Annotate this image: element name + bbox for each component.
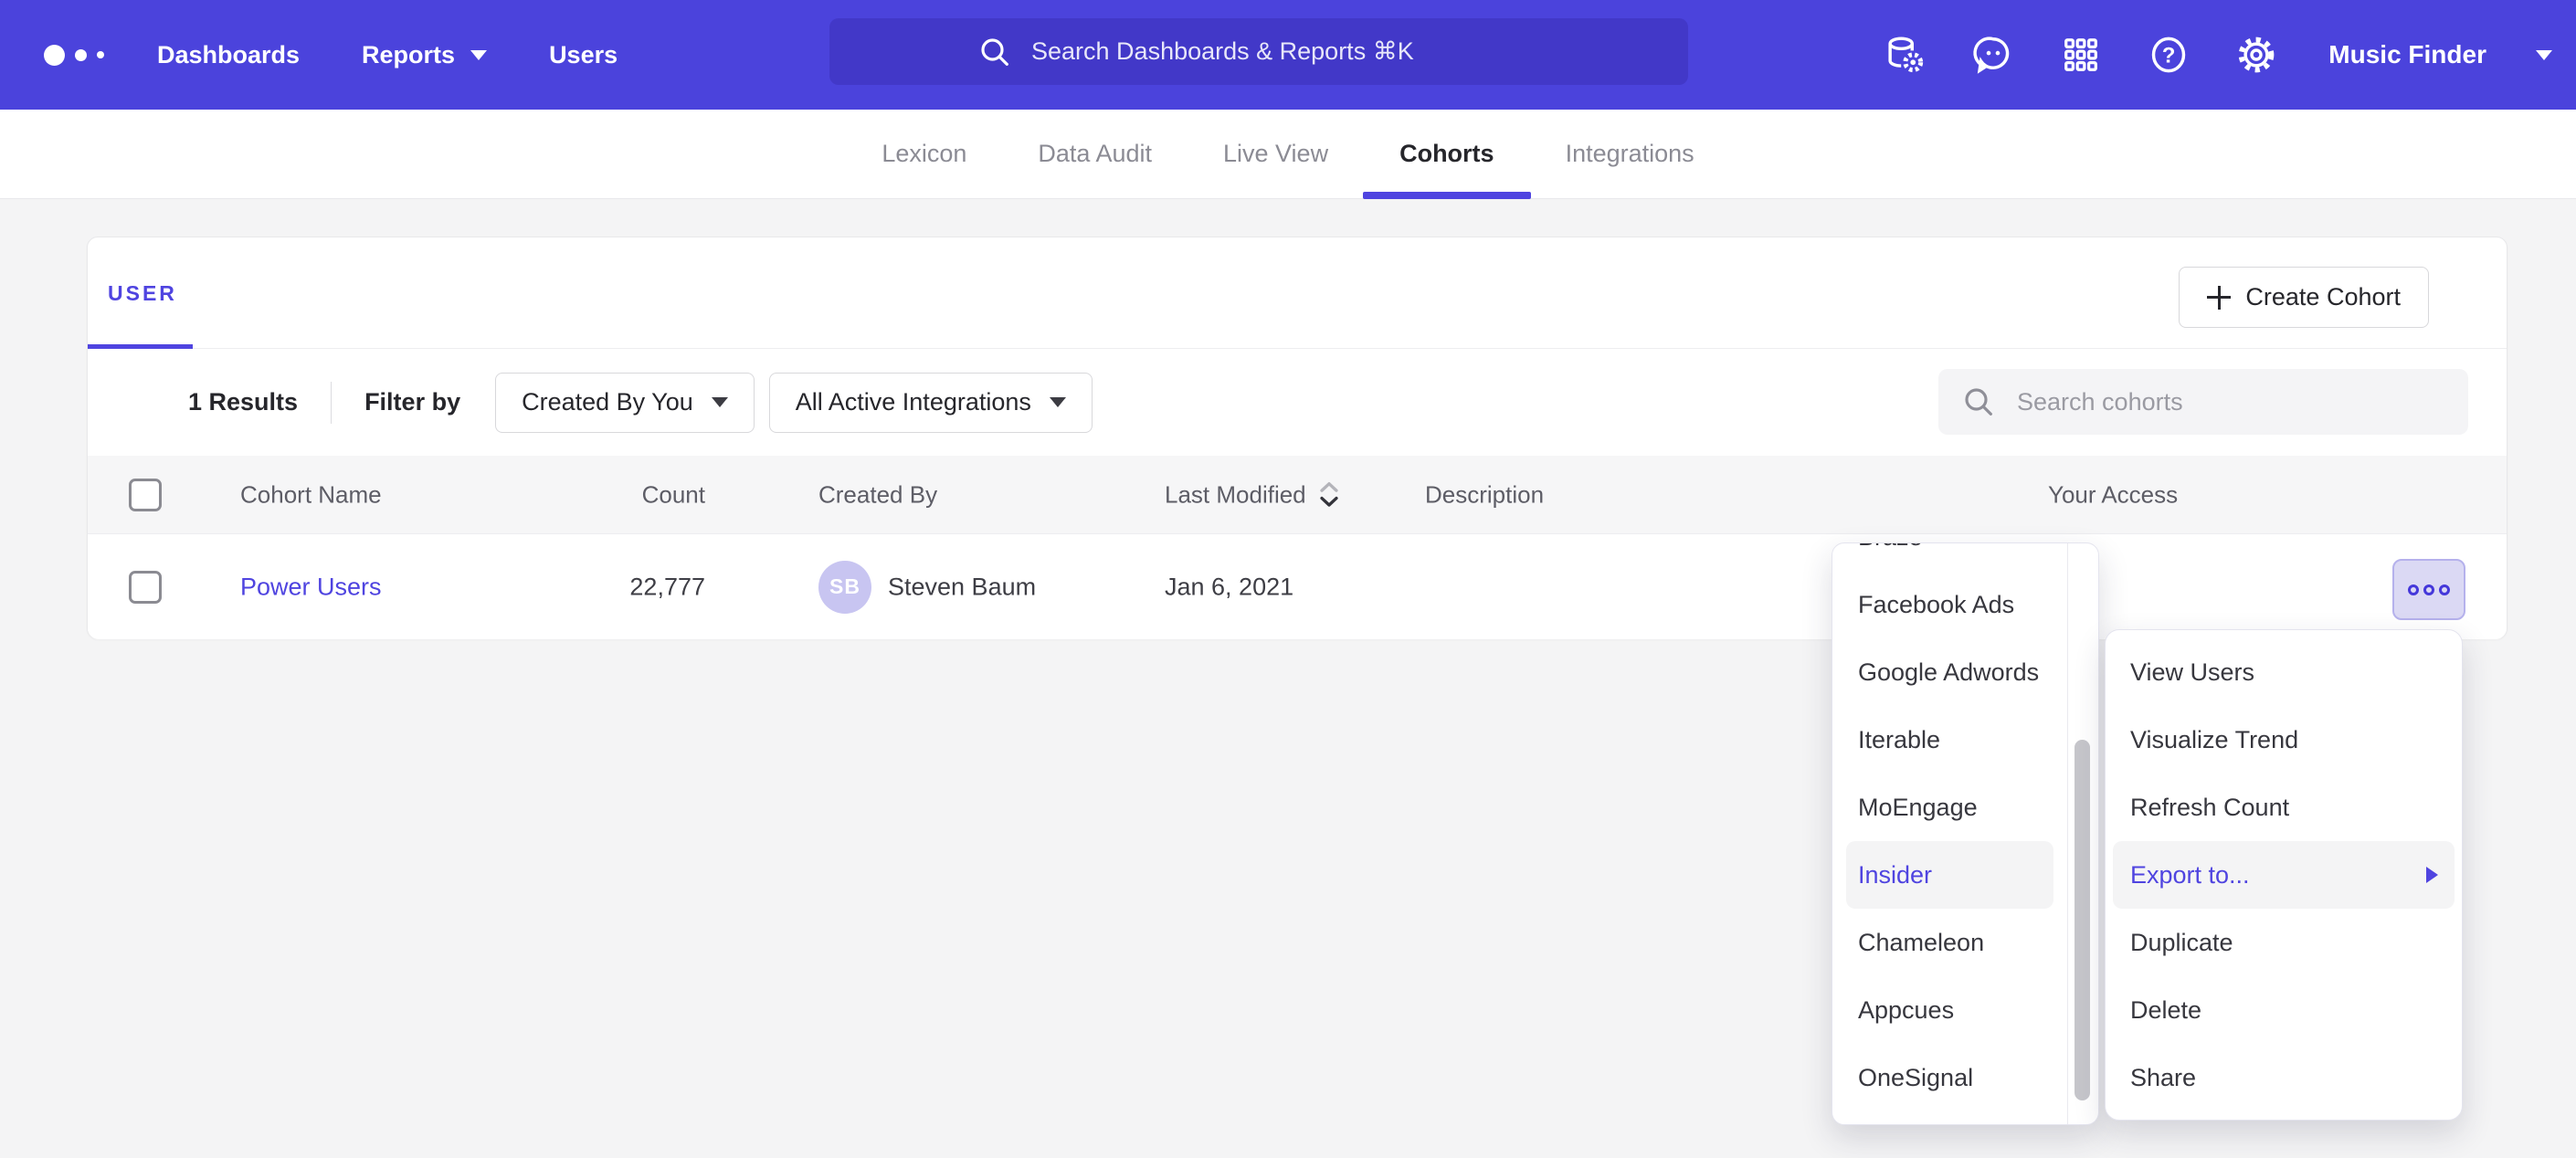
settings-gear-icon[interactable]: [2235, 34, 2277, 76]
filter-toolbar: 1 Results Filter by Created By You All A…: [88, 349, 2507, 456]
row-checkbox[interactable]: [129, 571, 162, 604]
menu-item-onesignal[interactable]: OneSignal: [1846, 1044, 2053, 1111]
logo-dot-medium: [75, 49, 87, 61]
create-cohort-label: Create Cohort: [2245, 283, 2401, 311]
dot-icon: [2439, 584, 2450, 595]
last-modified-value: Jan 6, 2021: [1165, 573, 1293, 601]
created-by-filter-dropdown[interactable]: Created By You: [495, 373, 755, 433]
header-count: Count: [544, 480, 705, 509]
dot-icon: [2423, 584, 2434, 595]
menu-item-delete[interactable]: Delete: [2113, 976, 2455, 1044]
menu-item-appcues[interactable]: Appcues: [1846, 976, 2053, 1044]
toolbar-divider: [331, 382, 332, 424]
global-search-input[interactable]: [1029, 37, 1541, 67]
cohort-name-link[interactable]: Power Users: [240, 573, 382, 601]
export-menu-scrollbar-thumb[interactable]: [2075, 740, 2090, 1100]
filter-by-label: Filter by: [364, 388, 460, 416]
nav-users-label: Users: [549, 41, 618, 69]
tab-data-audit[interactable]: Data Audit: [1038, 110, 1152, 199]
search-icon: [1960, 384, 1997, 420]
svg-text:?: ?: [2162, 43, 2176, 68]
chevron-down-icon: [712, 397, 728, 407]
created-by-name: Steven Baum: [888, 573, 1036, 601]
global-search-bar[interactable]: [829, 18, 1688, 85]
section-tabs: Lexicon Data Audit Live View Cohorts Int…: [0, 110, 2576, 199]
menu-item-facebook-ads[interactable]: Facebook Ads: [1846, 571, 2053, 638]
menu-item-export-to[interactable]: Export to...: [2113, 841, 2455, 909]
last-modified-label: Last Modified: [1165, 480, 1306, 509]
menu-item-moengage[interactable]: MoEngage: [1846, 774, 2053, 841]
feedback-icon[interactable]: [1972, 34, 2014, 76]
sort-icon: [1317, 481, 1341, 509]
chevron-down-icon: [470, 50, 487, 60]
nav-dashboards-label: Dashboards: [157, 41, 300, 69]
tab-lexicon[interactable]: Lexicon: [882, 110, 966, 199]
tab-cohorts[interactable]: Cohorts: [1399, 110, 1494, 199]
chevron-down-icon: [1050, 397, 1066, 407]
row-actions-menu: View Users Visualize Trend Refresh Count…: [2105, 629, 2463, 1121]
export-destinations-list: Braze Facebook Ads Google Adwords Iterab…: [1832, 542, 2067, 1124]
select-all-checkbox[interactable]: [129, 479, 162, 511]
integrations-filter-dropdown[interactable]: All Active Integrations: [769, 373, 1093, 433]
export-to-label: Export to...: [2130, 861, 2250, 890]
help-icon[interactable]: ?: [2148, 34, 2190, 76]
logo-dot-small: [97, 51, 104, 58]
top-app-bar: Dashboards Reports Users: [0, 0, 2576, 110]
tab-integrations[interactable]: Integrations: [1566, 110, 1694, 199]
menu-item-view-users[interactable]: View Users: [2113, 638, 2455, 706]
integrations-filter-value: All Active Integrations: [796, 388, 1031, 416]
header-last-modified[interactable]: Last Modified: [1165, 480, 1341, 509]
cohort-search-input[interactable]: [2015, 387, 2446, 417]
nav-reports-label: Reports: [362, 41, 455, 69]
header-description: Description: [1425, 480, 1544, 509]
menu-item-insider[interactable]: Insider: [1846, 841, 2053, 909]
cohorts-panel: USER Create Cohort 1 Results Filter by C…: [87, 237, 2507, 639]
logo-dot-large: [44, 45, 65, 66]
topbar-right-controls: ? Music Finder: [1884, 0, 2552, 110]
menu-item-duplicate[interactable]: Duplicate: [2113, 909, 2455, 976]
header-created-by: Created By: [818, 480, 937, 509]
created-by-filter-value: Created By You: [522, 388, 693, 416]
plus-icon: [2207, 286, 2231, 310]
tab-live-view[interactable]: Live View: [1223, 110, 1328, 199]
menu-item-chameleon[interactable]: Chameleon: [1846, 909, 2053, 976]
project-name[interactable]: Music Finder: [2328, 40, 2486, 69]
panel-header: USER Create Cohort: [88, 237, 2507, 349]
menu-item-refresh-count[interactable]: Refresh Count: [2113, 774, 2455, 841]
export-menu-scrollbar-track[interactable]: [2067, 543, 2098, 1124]
search-icon: [977, 34, 1013, 70]
dot-icon: [2408, 584, 2419, 595]
cohort-count: 22,777: [544, 573, 705, 601]
menu-item-iterable[interactable]: Iterable: [1846, 706, 2053, 774]
nav-reports[interactable]: Reports: [362, 41, 487, 69]
top-nav: Dashboards Reports Users: [157, 41, 618, 69]
menu-item-visualize-trend[interactable]: Visualize Trend: [2113, 706, 2455, 774]
chevron-right-icon: [2426, 867, 2438, 883]
cohorts-page: Dashboards Reports Users: [0, 0, 2576, 1158]
nav-users[interactable]: Users: [549, 41, 618, 69]
avatar: SB: [818, 561, 871, 614]
mixpanel-dots-logo[interactable]: [44, 45, 104, 66]
row-more-options-button[interactable]: [2392, 559, 2465, 620]
project-chevron-down-icon[interactable]: [2536, 50, 2552, 60]
cohort-table-row[interactable]: Power Users 22,777 SB Steven Baum Jan 6,…: [88, 534, 2507, 639]
menu-item-share[interactable]: Share: [2113, 1044, 2455, 1111]
header-your-access: Your Access: [2048, 480, 2178, 509]
data-settings-icon[interactable]: [1884, 34, 1927, 76]
header-cohort-name: Cohort Name: [240, 480, 382, 509]
table-header: Cohort Name Count Created By Last Modifi…: [88, 456, 2507, 534]
menu-item-braze[interactable]: Braze: [1846, 542, 2053, 571]
cohort-search-box[interactable]: [1938, 369, 2468, 435]
export-destinations-menu: Braze Facebook Ads Google Adwords Iterab…: [1832, 542, 2099, 1125]
create-cohort-button[interactable]: Create Cohort: [2179, 267, 2429, 328]
menu-item-google-adwords[interactable]: Google Adwords: [1846, 638, 2053, 706]
apps-grid-icon[interactable]: [2060, 34, 2102, 76]
nav-dashboards[interactable]: Dashboards: [157, 41, 300, 69]
results-count: 1 Results: [188, 388, 298, 416]
user-type-tab[interactable]: USER: [108, 281, 177, 306]
